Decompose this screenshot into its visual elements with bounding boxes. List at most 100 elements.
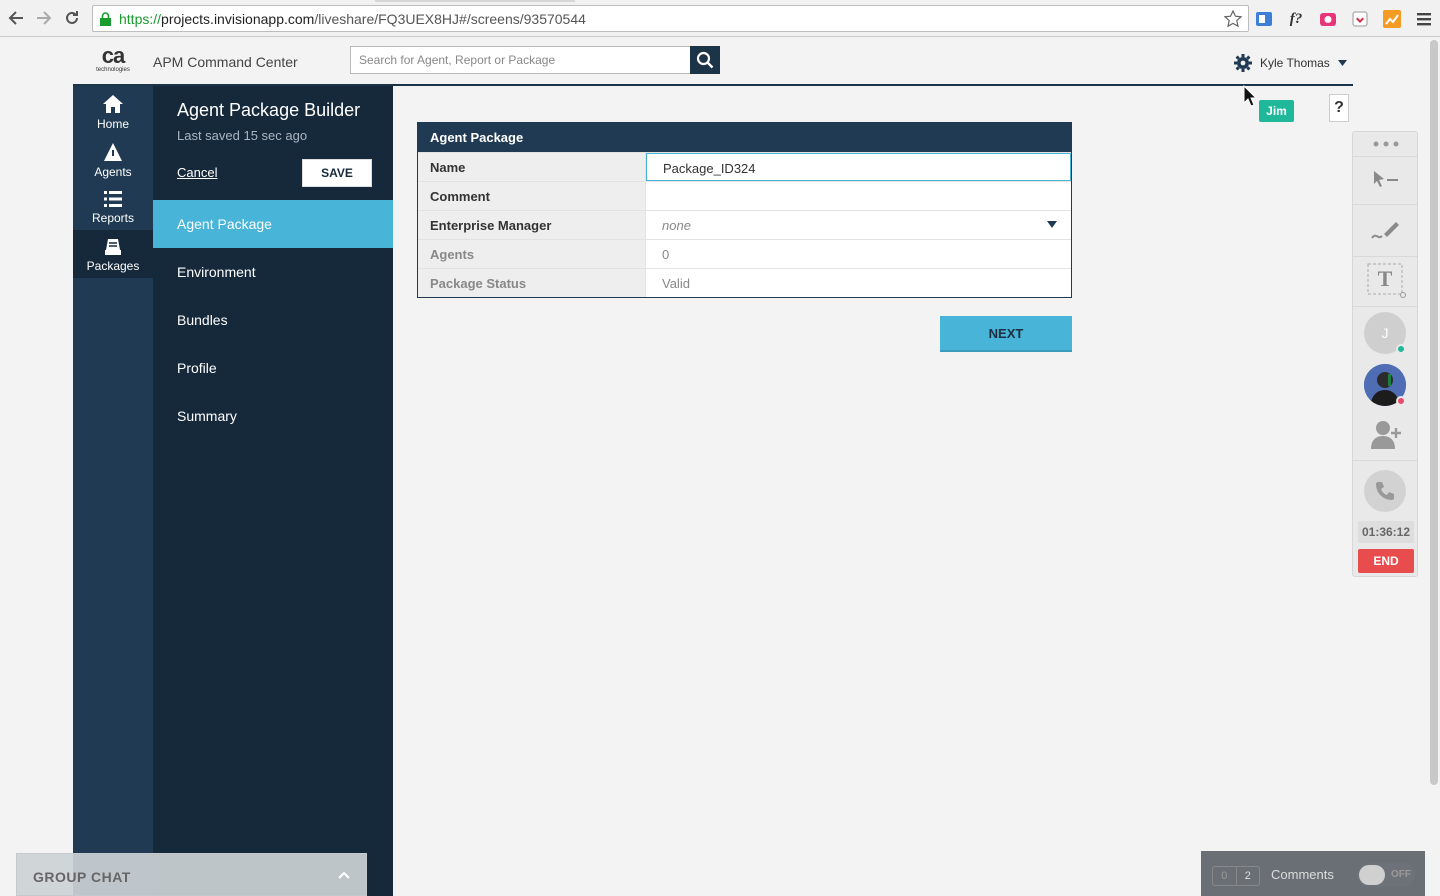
nav-item-packages[interactable]: Packages — [73, 230, 153, 278]
name-input[interactable]: Package_ID324 — [646, 153, 1071, 181]
logo-text: ca — [101, 43, 125, 68]
comments-toggle[interactable]: OFF — [1357, 863, 1415, 887]
comments-label: Comments — [1271, 867, 1334, 882]
collaborator-pointer-label: Jim — [1259, 100, 1294, 122]
extension-translate-icon[interactable] — [1254, 9, 1274, 29]
pointer-tool[interactable] — [1361, 158, 1411, 202]
step-label: Summary — [177, 408, 237, 424]
home-icon — [103, 95, 123, 113]
caret-down-icon — [1337, 60, 1347, 66]
last-saved-text: Last saved 15 sec ago — [177, 128, 308, 143]
comments-bar: 0 2 Comments OFF — [1201, 851, 1425, 896]
presence-status-dot — [1396, 396, 1406, 406]
comments-counter[interactable]: 0 2 — [1212, 866, 1260, 886]
pointer-tool-icon — [1374, 171, 1398, 187]
back-arrow-icon — [8, 11, 23, 25]
url-host: projects.invisionapp.com — [161, 11, 315, 27]
svg-text:T: T — [1378, 266, 1393, 291]
nav-label-home: Home — [96, 117, 129, 131]
help-button[interactable]: ? — [1329, 94, 1349, 122]
group-chat-bar[interactable]: GROUP CHAT — [16, 853, 367, 896]
nav-item-home[interactable]: Home — [73, 86, 153, 134]
text-tool-icon: T — [1367, 263, 1406, 298]
builder-title: Agent Package Builder — [177, 100, 361, 120]
nav-label-reports: Reports — [91, 211, 135, 225]
scrollbar-thumb[interactable] — [1430, 40, 1438, 785]
field-label: Name — [418, 153, 646, 181]
toolbar-divider — [1353, 204, 1417, 205]
forward-button[interactable] — [34, 8, 54, 28]
left-nav: Home Agents Reports Packages — [73, 86, 153, 896]
packages-icon — [105, 239, 121, 255]
save-button[interactable]: SAVE — [302, 159, 372, 187]
step-label: Agent Package — [177, 216, 272, 232]
comments-count-total: 2 — [1244, 870, 1251, 882]
toolbar-divider — [1353, 460, 1417, 461]
field-label: Enterprise Manager — [418, 211, 646, 239]
step-bundles[interactable]: Bundles — [153, 296, 393, 344]
step-label: Profile — [177, 360, 217, 376]
tab-strip — [375, 0, 575, 2]
nav-item-agents[interactable]: Agents — [73, 134, 153, 182]
extension-pocket-icon[interactable] — [1350, 9, 1370, 29]
field-label: Agents — [418, 240, 646, 268]
field-label: Package Status — [418, 269, 646, 297]
liveshare-toolbar: T J 01:36:12 END — [1352, 131, 1418, 577]
step-environment[interactable]: Environment — [153, 248, 393, 296]
phone-icon — [1376, 482, 1394, 500]
next-button[interactable]: NEXT — [940, 316, 1072, 352]
logo-subtext: technologies — [96, 67, 130, 73]
form-row-comment: Comment — [418, 181, 1071, 210]
add-user-icon — [1371, 421, 1401, 449]
online-status-dot — [1396, 344, 1406, 354]
comments-count-unread: 0 — [1213, 867, 1237, 885]
extension-camera-icon[interactable] — [1318, 9, 1338, 29]
reload-button[interactable] — [62, 8, 82, 28]
extension-chart-icon[interactable] — [1382, 9, 1402, 29]
comment-input[interactable] — [646, 182, 1071, 210]
pen-tool-icon — [1371, 222, 1399, 239]
url-text: https://projects.invisionapp.com/livesha… — [119, 11, 586, 27]
form-row-name: Name Package_ID324 — [418, 152, 1071, 181]
toolbar-divider — [1353, 256, 1417, 257]
call-button[interactable] — [1364, 470, 1406, 512]
bookmark-star-icon[interactable] — [1224, 10, 1242, 28]
forward-arrow-icon — [37, 11, 52, 25]
user-name: Kyle Thomas — [1260, 56, 1330, 70]
agent-package-form: Agent Package Name Package_ID324 Comment… — [417, 122, 1072, 298]
nav-label-agents: Agents — [94, 165, 132, 179]
url-path: /liveshare/FQ3UEX8HJ#/screens/93570544 — [314, 11, 586, 27]
toolbar-divider — [1353, 306, 1417, 307]
end-call-button[interactable]: END — [1358, 549, 1414, 573]
search-button[interactable] — [690, 46, 720, 74]
back-button[interactable] — [6, 8, 26, 28]
main-content: Agent Package Name Package_ID324 Comment… — [393, 86, 1347, 896]
toolbar-drag-handle[interactable] — [1361, 132, 1411, 156]
mouse-cursor-icon — [1243, 85, 1257, 107]
search-input[interactable] — [350, 46, 691, 74]
gear-icon[interactable] — [1234, 54, 1252, 72]
invite-user-button[interactable] — [1361, 412, 1411, 456]
browser-menu-icon[interactable] — [1414, 9, 1434, 29]
user-menu[interactable]: Kyle Thomas — [1234, 54, 1347, 72]
text-tool[interactable]: T — [1361, 258, 1411, 302]
dropdown-caret-icon — [1047, 221, 1057, 228]
cancel-link[interactable]: Cancel — [177, 165, 217, 180]
nav-label-packages: Packages — [86, 259, 140, 273]
nav-item-reports[interactable]: Reports — [73, 182, 153, 230]
extension-fonts-icon[interactable]: f? — [1286, 9, 1306, 29]
draw-tool[interactable] — [1361, 208, 1411, 252]
step-agent-package[interactable]: Agent Package — [153, 200, 405, 248]
form-header: Agent Package — [418, 123, 1071, 152]
reload-icon — [66, 11, 78, 24]
search-icon — [696, 51, 714, 69]
chevron-up-icon[interactable] — [338, 871, 350, 879]
toggle-state: OFF — [1391, 869, 1411, 880]
address-bar[interactable]: https://projects.invisionapp.com/livesha… — [92, 5, 1249, 32]
toggle-knob — [1359, 865, 1385, 885]
enterprise-manager-select[interactable]: none — [646, 211, 1071, 239]
step-label: Environment — [177, 264, 256, 280]
step-profile[interactable]: Profile — [153, 344, 393, 392]
ca-logo[interactable]: ca technologies — [94, 45, 132, 79]
step-summary[interactable]: Summary — [153, 392, 393, 440]
